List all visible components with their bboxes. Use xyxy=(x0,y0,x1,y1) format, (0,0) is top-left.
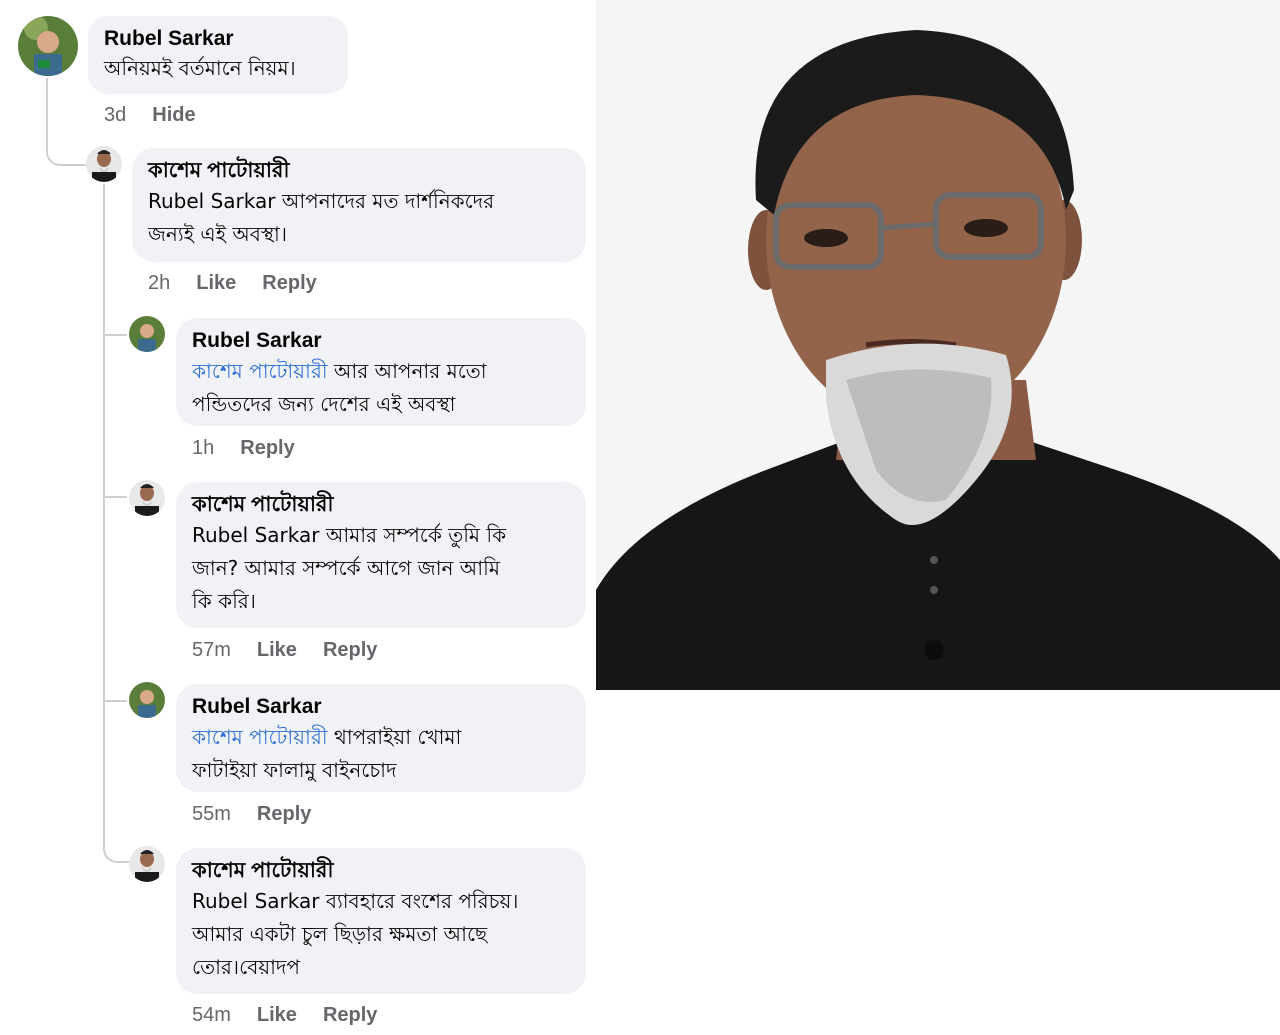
hide-button[interactable]: Hide xyxy=(152,104,195,126)
comment-meta-1: 3d Hide xyxy=(104,104,222,127)
comment-time[interactable]: 2h xyxy=(148,272,170,294)
comment-bubble-3: Rubel Sarkar কাশেম পাটোয়ারী আর আপনার মত… xyxy=(176,318,586,426)
comment-text-line: জন্যই এই অবস্থা। xyxy=(148,222,288,246)
comment-bubble-6: কাশেম পাটোয়ারী Rubel Sarkar ব্যাবহারে ব… xyxy=(176,848,586,994)
comment-time[interactable]: 55m xyxy=(192,803,231,825)
comment-text-line: ফাটাইয়া ফালামু বাইনচোদ xyxy=(192,758,397,782)
comment-text: আর আপনার মতো xyxy=(327,359,487,383)
comment-meta-4: 57m Like Reply xyxy=(192,639,403,662)
comment-bubble-5: Rubel Sarkar কাশেম পাটোয়ারী থাপরাইয়া খ… xyxy=(176,684,586,792)
avatar-kashem[interactable] xyxy=(129,480,165,516)
thread-branch-1 xyxy=(103,320,127,336)
reply-button[interactable]: Reply xyxy=(323,1004,377,1026)
comment-author[interactable]: Rubel Sarkar xyxy=(192,327,572,355)
comment-meta-2: 2h Like Reply xyxy=(148,272,343,295)
comment-time[interactable]: 57m xyxy=(192,639,231,661)
comment-author[interactable]: কাশেম পাটোয়ারী xyxy=(192,857,572,885)
comment-bubble-1: Rubel Sarkar অনিয়মই বর্তমানে নিয়ম। xyxy=(88,16,348,94)
thread-line-replies xyxy=(103,184,129,863)
comment-time[interactable]: 1h xyxy=(192,437,214,459)
reply-button[interactable]: Reply xyxy=(240,437,294,459)
comment-time[interactable]: 3d xyxy=(104,104,126,126)
comment-bubble-2: কাশেম পাটোয়ারী Rubel Sarkar আপনাদের মত … xyxy=(132,148,586,262)
reply-button[interactable]: Reply xyxy=(262,272,316,294)
avatar-rubel[interactable] xyxy=(129,316,165,352)
comment-meta-6: 54m Like Reply xyxy=(192,1004,403,1027)
comment-text-line: Rubel Sarkar ব্যাবহারে বংশের পরিচয়। xyxy=(192,889,519,913)
comment-author[interactable]: কাশেম পাটোয়ারী xyxy=(192,491,572,519)
comment-bubble-4: কাশেম পাটোয়ারী Rubel Sarkar আমার সম্পর্… xyxy=(176,482,586,628)
comment-text-line: জান? আমার সম্পর্কে আগে জান আমি xyxy=(192,556,500,580)
comment-text-line: আমার একটা চুল ছিড়ার ক্ষমতা আছে xyxy=(192,922,488,946)
portrait-photo xyxy=(596,0,1280,690)
comment-text-line: কাশেম পাটোয়ারী আর আপনার মতো xyxy=(192,355,572,388)
reply-button[interactable]: Reply xyxy=(257,803,311,825)
comment-text: অনিয়মই বর্তমানে নিয়ম। xyxy=(104,56,296,80)
comment-text-line: তোর।বেয়াদপ xyxy=(192,955,300,979)
thread-line-main xyxy=(46,78,88,166)
avatar-kashem[interactable] xyxy=(86,146,122,182)
avatar-kashem[interactable] xyxy=(129,846,165,882)
thread-branch-2 xyxy=(103,482,127,498)
like-button[interactable]: Like xyxy=(257,639,297,661)
comment-text-line: কি করি। xyxy=(192,589,256,613)
mention-link[interactable]: কাশেম পাটোয়ারী xyxy=(192,359,328,383)
comment-text-line: কাশেম পাটোয়ারী থাপরাইয়া খোমা xyxy=(192,721,572,754)
comment-author[interactable]: কাশেম পাটোয়ারী xyxy=(148,157,572,185)
avatar-rubel[interactable] xyxy=(18,16,78,76)
mention-link[interactable]: কাশেম পাটোয়ারী xyxy=(192,725,328,749)
comment-text-line: Rubel Sarkar আমার সম্পর্কে তুমি কি xyxy=(192,523,507,547)
comment-meta-5: 55m Reply xyxy=(192,803,337,826)
avatar-rubel[interactable] xyxy=(129,682,165,718)
reply-button[interactable]: Reply xyxy=(323,639,377,661)
comment-text-line: Rubel Sarkar আপনাদের মত দার্শনিকদের xyxy=(148,189,495,213)
like-button[interactable]: Like xyxy=(196,272,236,294)
comment-time[interactable]: 54m xyxy=(192,1004,231,1026)
comment-text-line: পন্ডিতদের জন্য দেশের এই অবস্থা xyxy=(192,392,456,416)
comment-author[interactable]: Rubel Sarkar xyxy=(192,693,572,721)
comment-meta-3: 1h Reply xyxy=(192,437,321,460)
like-button[interactable]: Like xyxy=(257,1004,297,1026)
thread-branch-3 xyxy=(103,686,127,702)
comment-author[interactable]: Rubel Sarkar xyxy=(104,25,334,53)
comment-text: থাপরাইয়া খোমা xyxy=(327,725,462,749)
